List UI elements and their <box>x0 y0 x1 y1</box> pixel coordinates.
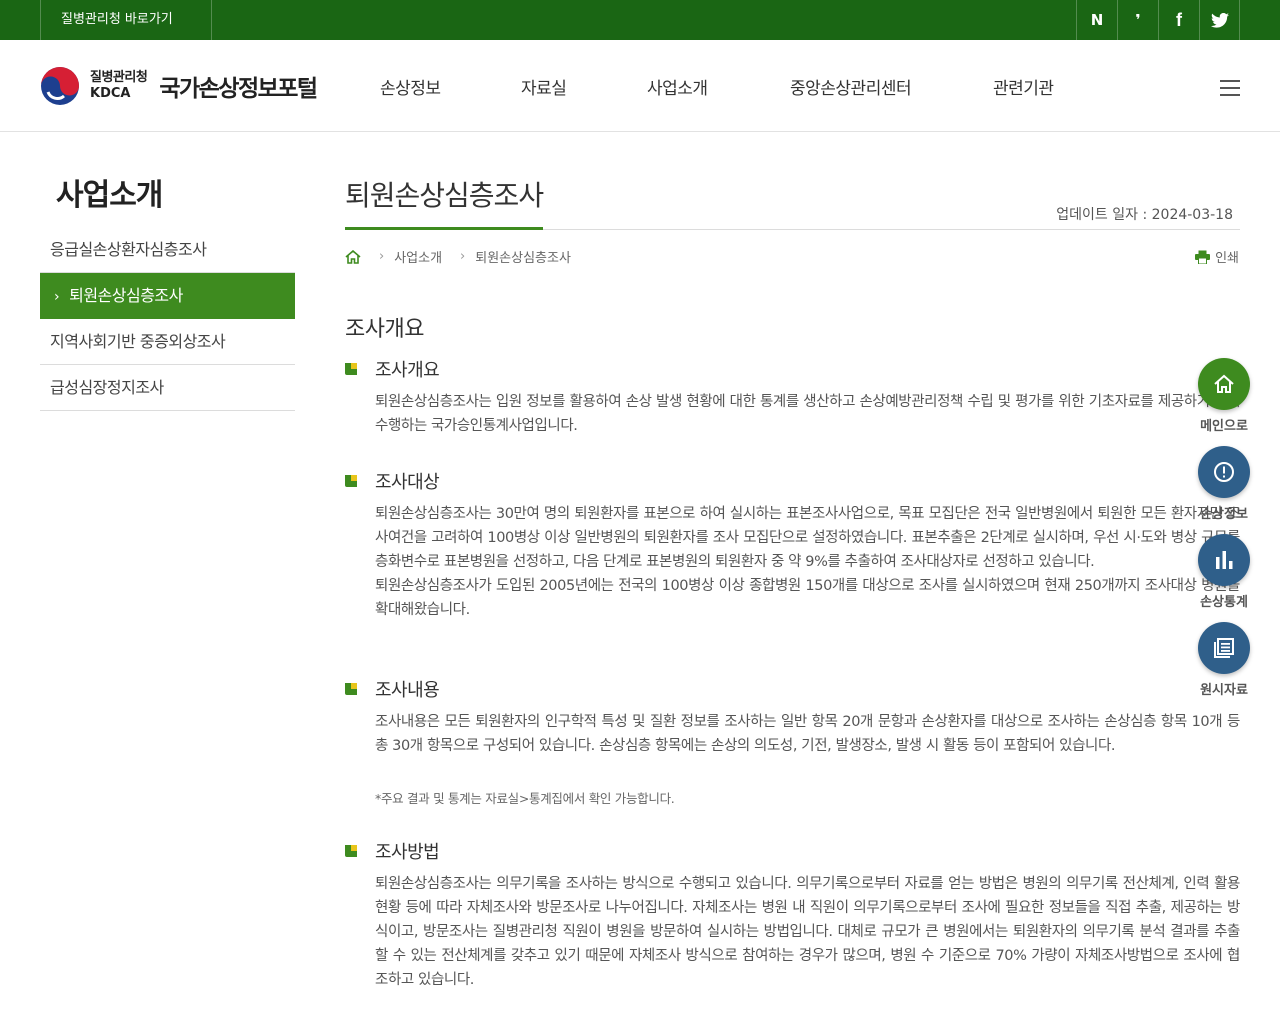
print-label: 인쇄 <box>1215 251 1239 266</box>
section-body-method: 퇴원손상심층조사는 의무기록을 조사하는 방식으로 수행되고 있습니다. 의무기… <box>375 876 1240 988</box>
bullet-icon <box>345 845 357 857</box>
bullet-icon <box>345 363 357 375</box>
section-body-overview: 퇴원손상심층조사는 입원 정보를 활용하여 손상 발생 현황에 대한 통계를 생… <box>375 394 1240 434</box>
section-title-text: 조사내용 <box>375 680 440 701</box>
section-title-text: 조사개요 <box>375 360 440 381</box>
title-underline <box>345 227 543 230</box>
kdca-emblem-icon <box>41 67 79 105</box>
page-title: 퇴원손상심층조사 <box>345 179 544 212</box>
top-utility-bar: 질병관리청 바로가기 N ❜ f <box>0 0 1280 40</box>
sidebar-item-label: 급성심장정지조사 <box>50 378 164 397</box>
facebook-icon[interactable]: f <box>1158 0 1199 40</box>
quick-menu-injury-info[interactable]: 손상정보 <box>1197 446 1251 522</box>
home-icon[interactable] <box>345 249 361 264</box>
sns-links: N ❜ f <box>1076 0 1240 40</box>
nav-business[interactable]: 사업소개 <box>647 74 708 99</box>
bullet-icon <box>345 475 357 487</box>
chevron-right-icon: › <box>379 249 385 264</box>
nav-central-center[interactable]: 중앙손상관리센터 <box>790 74 912 99</box>
section-note: *주요 결과 및 통계는 자료실>통계집에서 확인 가능합니다. <box>375 791 675 806</box>
quick-menu-raw-data[interactable]: 원시자료 <box>1197 622 1251 698</box>
home-icon <box>1198 358 1250 410</box>
hamburger-menu-icon[interactable] <box>1220 80 1240 96</box>
section-title-text: 조사방법 <box>375 842 440 863</box>
quick-menu-main[interactable]: 메인으로 <box>1197 358 1251 434</box>
org-name: 질병관리청 <box>90 70 148 85</box>
document-icon <box>1198 622 1250 674</box>
sidebar-menu: 응급실손상환자심층조사 › 퇴원손상심층조사 지역사회기반 중증외상조사 급성심장… <box>40 227 295 411</box>
site-header: 질병관리청 KDCA 국가손상정보포털 손상정보 자료실 사업소개 중앙손상관리… <box>0 40 1280 132</box>
quick-menu-label: 손상통계 <box>1200 595 1248 610</box>
title-divider <box>543 229 1240 230</box>
section-title-overview: 조사개요 <box>345 356 440 382</box>
nav-injury-info[interactable]: 손상정보 <box>380 74 441 99</box>
sidebar-item-label: 퇴원손상심층조사 <box>69 286 183 305</box>
sidebar-item-label: 지역사회기반 중증외상조사 <box>50 332 226 351</box>
kdca-name: 질병관리청 KDCA <box>90 70 148 102</box>
quick-menu-label: 메인으로 <box>1200 419 1248 434</box>
org-abbr: KDCA <box>90 86 131 101</box>
chevron-right-icon: › <box>460 249 466 264</box>
breadcrumb-item[interactable]: 사업소개 <box>394 247 442 266</box>
portal-name: 국가손상정보포털 <box>159 76 318 102</box>
quick-menu-label: 원시자료 <box>1200 683 1248 698</box>
section-title-target: 조사대상 <box>345 468 440 494</box>
section-title-method: 조사방법 <box>345 838 440 864</box>
sidebar-item-discharge-survey[interactable]: › 퇴원손상심층조사 <box>40 273 295 319</box>
quick-menu-statistics[interactable]: 손상통계 <box>1197 534 1251 610</box>
section-title-content: 조사내용 <box>345 676 440 702</box>
naver-blog-icon[interactable]: N <box>1076 0 1117 40</box>
breadcrumb: › 사업소개 › 퇴원손상심층조사 <box>345 247 571 266</box>
naver-post-icon[interactable]: ❜ <box>1117 0 1158 40</box>
sidebar-item-label: 응급실손상환자심층조사 <box>50 240 207 259</box>
bullet-icon <box>345 683 357 695</box>
print-button[interactable]: 인쇄 <box>1195 247 1239 266</box>
sidebar-item-cardiac-arrest-survey[interactable]: 급성심장정지조사 <box>40 365 295 411</box>
twitter-icon[interactable] <box>1199 0 1240 40</box>
sidebar-item-trauma-survey[interactable]: 지역사회기반 중증외상조사 <box>40 319 295 365</box>
printer-icon <box>1195 250 1211 264</box>
quick-menu-label: 손상정보 <box>1200 507 1248 522</box>
nav-related-orgs[interactable]: 관련기관 <box>993 74 1054 99</box>
sidebar-title: 사업소개 <box>56 178 163 213</box>
site-logo[interactable]: 질병관리청 KDCA 국가손상정보포털 <box>40 66 318 106</box>
info-icon <box>1198 446 1250 498</box>
sidebar-item-emergency-survey[interactable]: 응급실손상환자심층조사 <box>40 227 295 273</box>
breadcrumb-item[interactable]: 퇴원손상심층조사 <box>475 247 571 266</box>
section-heading: 조사개요 <box>345 317 424 342</box>
section-body-content: 조사내용은 모든 퇴원환자의 인구학적 특성 및 질환 정보를 조사하는 일반 … <box>375 714 1240 754</box>
section-title-text: 조사대상 <box>375 472 440 493</box>
bar-chart-icon <box>1198 534 1250 586</box>
kdca-shortcut-link[interactable]: 질병관리청 바로가기 <box>40 0 212 40</box>
section-body-target: 퇴원손상심층조사는 30만여 명의 퇴원환자를 표본으로 하여 실시하는 표본조… <box>375 506 1240 618</box>
update-date: 업데이트 일자 : 2024-03-18 <box>1056 207 1233 223</box>
chevron-right-icon: › <box>54 289 60 305</box>
nav-resources[interactable]: 자료실 <box>521 74 567 99</box>
